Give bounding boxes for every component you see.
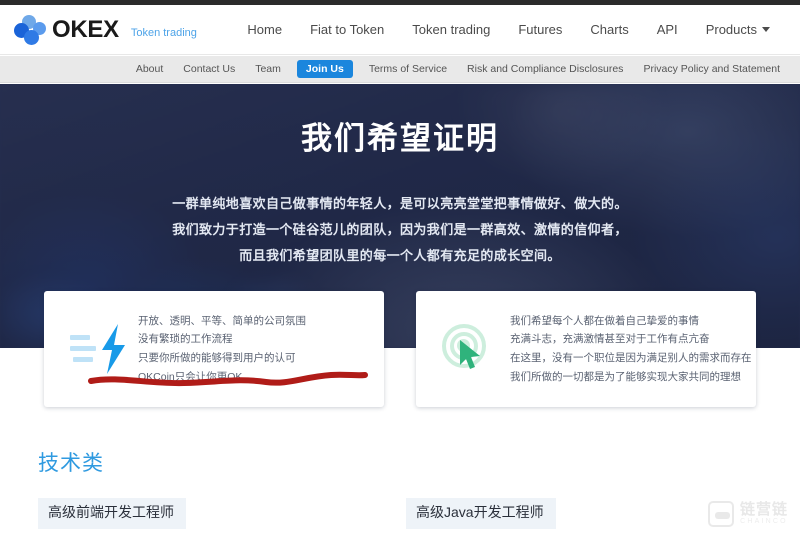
jobs-section: 技术类 高级前端开发工程师 岗位职责 高级Java开发工程师 岗位职责 [0, 420, 800, 537]
job-title[interactable]: 高级Java开发工程师 [406, 498, 556, 529]
job-columns: 高级前端开发工程师 岗位职责 高级Java开发工程师 岗位职责 [0, 498, 800, 537]
secondary-navigation: About Contact Us Team Join Us Terms of S… [0, 56, 800, 83]
passion-line: 充满斗志，充满激情甚至对于工作有点亢奋 [510, 330, 752, 349]
nav-futures[interactable]: Futures [504, 22, 576, 37]
jobs-section-heading: 技术类 [38, 447, 104, 477]
watermark-text-cn: 链营链 [740, 502, 788, 518]
nav-api[interactable]: API [643, 22, 692, 37]
hero-paragraph: 一群单纯地喜欢自己做事情的年轻人，是可以亮亮堂堂把事情做好、做大的。 我们致力于… [0, 191, 800, 269]
hero-paragraph-line: 一群单纯地喜欢自己做事情的年轻人，是可以亮亮堂堂把事情做好、做大的。 [0, 191, 800, 217]
cursor-click-icon [438, 321, 498, 377]
subnav-join-us[interactable]: Join Us [297, 60, 353, 78]
culture-line: OKCoin只会让你更OK [138, 368, 306, 387]
watermark-badge-icon [708, 501, 734, 527]
subnav-about[interactable]: About [126, 63, 173, 75]
nav-products-label: Products [706, 22, 757, 37]
brand-tagline: Token trading [131, 27, 197, 39]
nav-home[interactable]: Home [233, 22, 296, 37]
culture-card-text: 开放、透明、平等、简单的公司氛围 没有繁琐的工作流程 只要你所做的能够得到用户的… [138, 312, 306, 387]
hero-paragraph-line: 而且我们希望团队里的每一个人都有充足的成长空间。 [0, 243, 800, 269]
nav-token-trading[interactable]: Token trading [398, 22, 504, 37]
culture-line: 只要你所做的能够得到用户的认可 [138, 349, 306, 368]
job-title[interactable]: 高级前端开发工程师 [38, 498, 186, 529]
passion-line: 我们所做的一切都是为了能够实现大家共同的理想 [510, 368, 752, 387]
subnav-terms-of-service[interactable]: Terms of Service [359, 63, 457, 75]
culture-line: 开放、透明、平等、简单的公司氛围 [138, 312, 306, 331]
nav-charts[interactable]: Charts [576, 22, 642, 37]
job-senior-frontend-engineer[interactable]: 高级前端开发工程师 岗位职责 [38, 498, 406, 537]
passion-line: 在这里，没有一个职位是因为满足别人的需求而存在 [510, 349, 752, 368]
subnav-contact-us[interactable]: Contact Us [173, 63, 245, 75]
culture-card: 开放、透明、平等、简单的公司氛围 没有繁琐的工作流程 只要你所做的能够得到用户的… [44, 291, 384, 407]
subnav-team[interactable]: Team [245, 63, 291, 75]
lightning-bolt-icon [66, 321, 126, 377]
hero-paragraph-line: 我们致力于打造一个硅谷范儿的团队，因为我们是一群高效、激情的信仰者， [0, 217, 800, 243]
primary-navigation: Home Fiat to Token Token trading Futures… [233, 22, 784, 37]
culture-line: 没有繁琐的工作流程 [138, 330, 306, 349]
passion-line: 我们希望每个人都在做着自己挚爱的事情 [510, 312, 752, 331]
subnav-risk-compliance[interactable]: Risk and Compliance Disclosures [457, 63, 633, 75]
site-header: OKEX Token trading Home Fiat to Token To… [0, 5, 800, 55]
brand-name: OKEX [52, 18, 119, 42]
brand-block[interactable]: OKEX Token trading [14, 14, 197, 46]
passion-card: 我们希望每个人都在做着自己挚爱的事情 充满斗志，充满激情甚至对于工作有点亢奋 在… [416, 291, 756, 407]
watermark-text-en: CHAINCO [740, 518, 788, 525]
hero-title: 我们希望证明 [0, 120, 800, 157]
site-watermark: 链营链 CHAINCO [708, 501, 788, 527]
nav-fiat-to-token[interactable]: Fiat to Token [296, 22, 398, 37]
nav-products[interactable]: Products [692, 22, 784, 37]
subnav-privacy-policy[interactable]: Privacy Policy and Statement [633, 63, 790, 75]
page-root: OKEX Token trading Home Fiat to Token To… [0, 0, 800, 537]
feature-cards: 开放、透明、平等、简单的公司氛围 没有繁琐的工作流程 只要你所做的能够得到用户的… [0, 291, 800, 407]
chevron-down-icon [762, 27, 770, 32]
okex-logo-icon [14, 14, 48, 46]
passion-card-text: 我们希望每个人都在做着自己挚爱的事情 充满斗志，充满激情甚至对于工作有点亢奋 在… [510, 312, 752, 387]
